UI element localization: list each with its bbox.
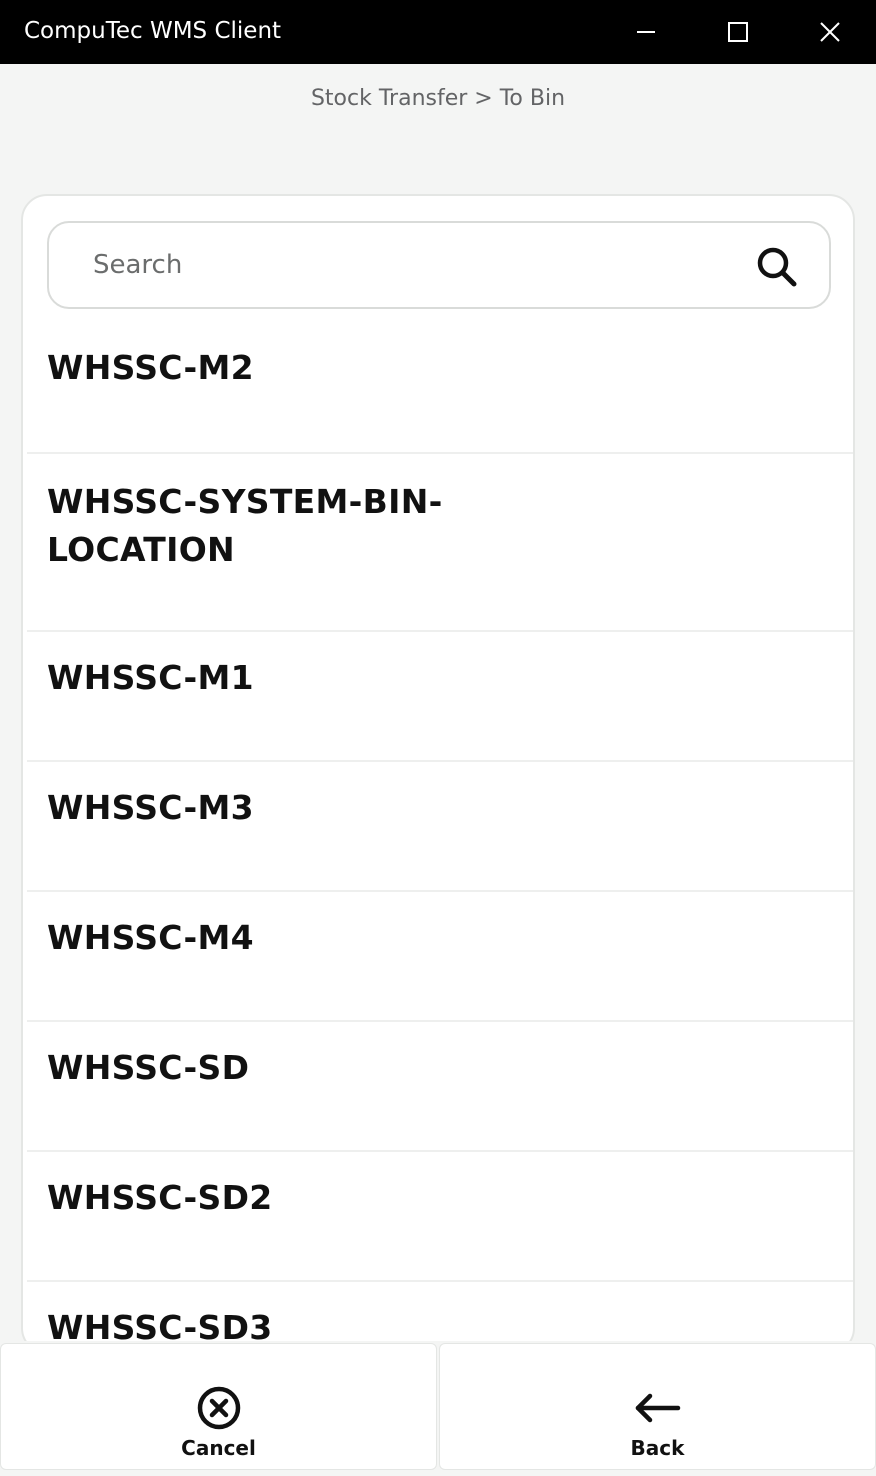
breadcrumb: Stock Transfer > To Bin (310, 86, 566, 111)
maximize-button[interactable] (692, 0, 784, 64)
list-item-bin[interactable]: WHSSC-SD2 (27, 1152, 853, 1282)
bin-label: WHSSC-SD (47, 1048, 250, 1087)
maximize-icon (728, 22, 748, 42)
list-item-bin[interactable]: WHSSC-SYSTEM-BIN-LOCATION (27, 454, 853, 632)
bin-list-panel: WHSSC-M2 WHSSC-SYSTEM-BIN-LOCATION WHSSC… (21, 194, 855, 1354)
bin-label: WHSSC-M1 (47, 658, 254, 697)
minimize-button[interactable] (600, 0, 692, 64)
bin-label: WHSSC-SYSTEM-BIN-LOCATION (47, 482, 443, 569)
list-item-bin[interactable]: WHSSC-M4 (27, 892, 853, 1022)
list-item-bin[interactable]: WHSSC-SD (27, 1022, 853, 1152)
search-box[interactable] (47, 221, 831, 309)
list-item-bin[interactable]: WHSSC-M2 (27, 318, 853, 454)
back-button[interactable]: Back (439, 1343, 876, 1470)
bin-label: WHSSC-M2 (47, 348, 254, 387)
cancel-label: Cancel (181, 1436, 256, 1460)
list-item-bin[interactable]: WHSSC-M3 (27, 762, 853, 892)
close-button[interactable] (784, 0, 876, 64)
bin-list: WHSSC-M2 WHSSC-SYSTEM-BIN-LOCATION WHSSC… (27, 318, 853, 1352)
bin-label: WHSSC-M3 (47, 788, 254, 827)
back-label: Back (630, 1436, 685, 1460)
window-title: CompuTec WMS Client (24, 18, 282, 44)
arrow-left-icon (635, 1393, 680, 1423)
cancel-button[interactable]: Cancel (0, 1343, 437, 1470)
search-icon[interactable] (753, 243, 801, 291)
list-item-bin[interactable]: WHSSC-M1 (27, 632, 853, 762)
footer-bar: Cancel Back (0, 1341, 876, 1476)
search-input[interactable] (93, 245, 733, 285)
close-icon (820, 22, 840, 42)
cancel-circle-icon (197, 1386, 240, 1430)
bin-label: WHSSC-SD2 (47, 1178, 273, 1217)
minimize-icon (637, 31, 655, 33)
bin-label: WHSSC-M4 (47, 918, 254, 957)
window-titlebar: CompuTec WMS Client (0, 0, 876, 64)
